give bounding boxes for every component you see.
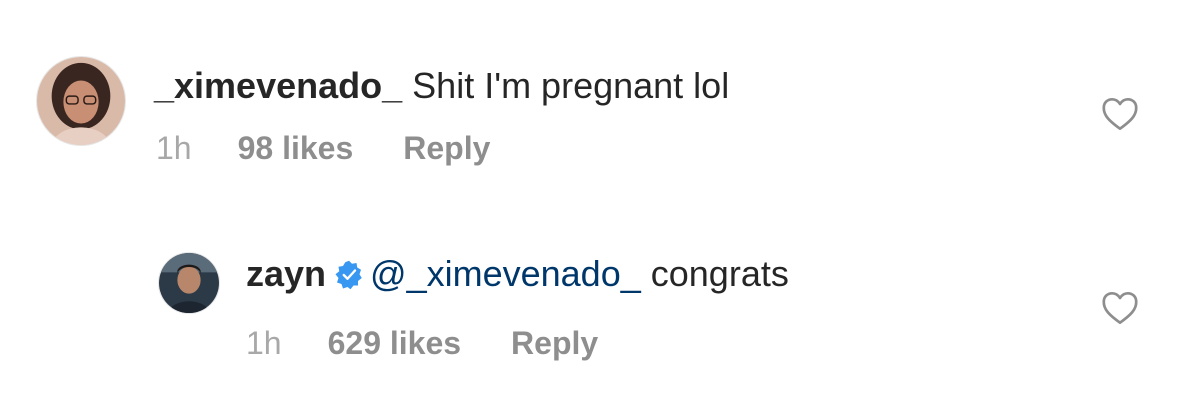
username[interactable]: _ximevenado_ <box>154 65 402 106</box>
reply-button[interactable]: Reply <box>511 323 598 363</box>
avatar[interactable] <box>158 252 220 314</box>
reply-comment-item: zayn @_ximevenado_ congrats 1h 629 likes R… <box>0 200 1200 417</box>
comment-text-line: zayn @_ximevenado_ congrats <box>246 252 789 296</box>
avatar[interactable] <box>36 56 126 146</box>
timestamp[interactable]: 1h <box>246 323 282 363</box>
comment-meta: 1h 629 likes Reply <box>246 323 598 363</box>
comment-text-line: _ximevenado_ Shit I'm pregnant lol <box>154 64 729 108</box>
comment-item: _ximevenado_ Shit I'm pregnant lol 1h 98 … <box>0 0 1200 200</box>
verified-badge-icon <box>334 260 364 290</box>
username[interactable]: zayn <box>246 253 326 294</box>
reply-button[interactable]: Reply <box>403 128 490 168</box>
likes-count[interactable]: 98 likes <box>238 128 354 168</box>
timestamp[interactable]: 1h <box>156 128 192 168</box>
comment-text: congrats <box>650 253 789 294</box>
heart-outline-icon[interactable] <box>1101 97 1139 131</box>
mention-link[interactable]: @_ximevenado_ <box>370 253 641 294</box>
likes-count[interactable]: 629 likes <box>328 323 461 363</box>
heart-outline-icon[interactable] <box>1101 291 1139 325</box>
comment-text: Shit I'm pregnant lol <box>412 65 730 106</box>
comment-meta: 1h 98 likes Reply <box>156 128 490 168</box>
